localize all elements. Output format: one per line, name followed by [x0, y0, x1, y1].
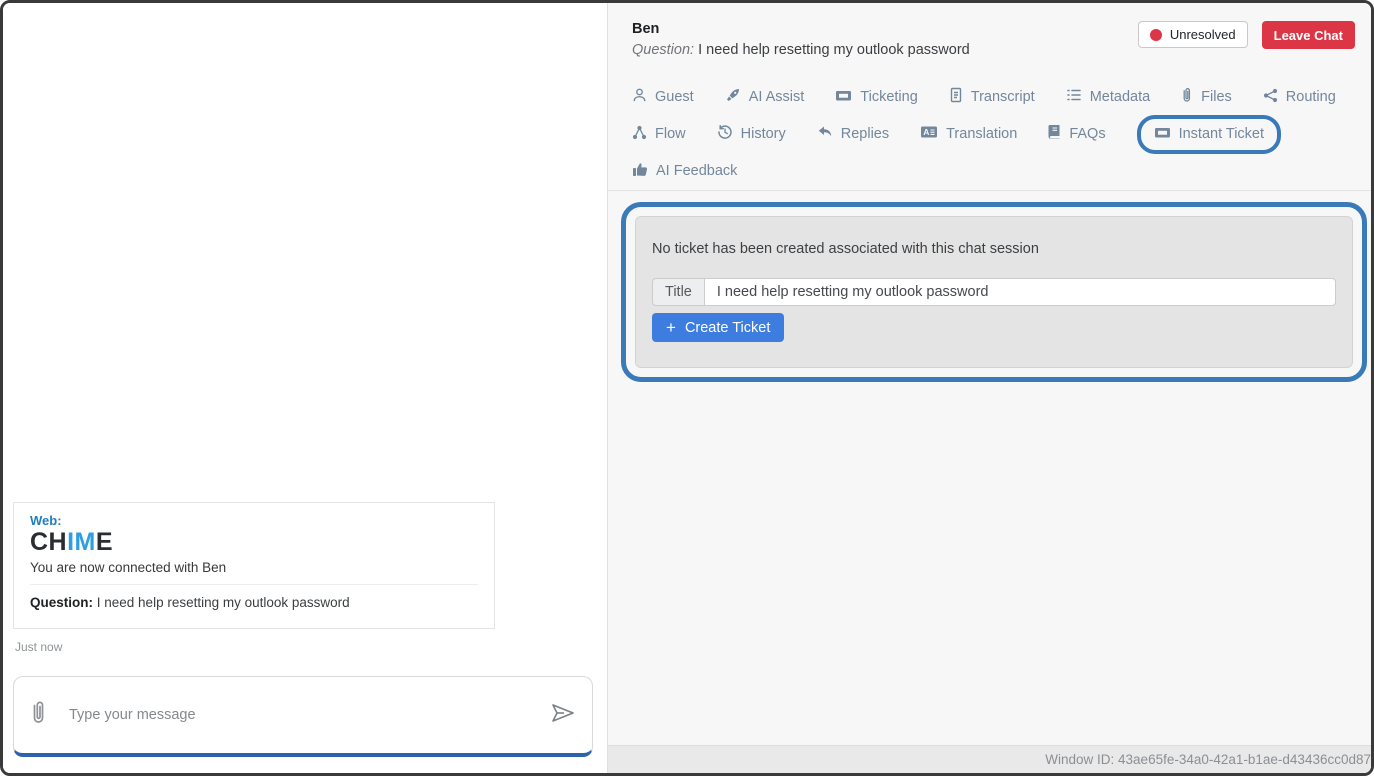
tab-row-3: AI Feedback	[632, 161, 1361, 181]
sitemap-icon	[632, 125, 647, 144]
tab-label: AI Assist	[749, 89, 805, 105]
agent-question-text: I need help resetting my outlook passwor…	[698, 42, 970, 58]
chat-pane: Web: CHIME You are now connected with Be…	[3, 3, 607, 773]
tab-label: History	[741, 126, 786, 142]
tab-label: Replies	[841, 126, 889, 142]
user-icon	[632, 87, 647, 107]
tab-ai-assist[interactable]: AI Assist	[725, 87, 805, 107]
tab-label: Instant Ticket	[1179, 126, 1264, 142]
svg-text:A: A	[923, 127, 929, 137]
no-ticket-message: No ticket has been created associated wi…	[652, 241, 1336, 257]
status-label: Unresolved	[1170, 27, 1236, 42]
list-icon	[1066, 88, 1082, 106]
logo-blue: IM	[67, 528, 96, 556]
tab-label: Files	[1201, 89, 1232, 105]
header-actions: Unresolved Leave Chat	[1138, 21, 1355, 49]
tab-label: Routing	[1286, 89, 1336, 105]
paperclip-icon	[1181, 87, 1193, 107]
chime-logo: CHIME	[30, 528, 478, 557]
tab-transcript[interactable]: Transcript	[949, 87, 1035, 107]
chat-message-card: Web: CHIME You are now connected with Be…	[13, 502, 495, 629]
logo-dark-1: CH	[30, 528, 67, 556]
tab-ai-feedback[interactable]: AI Feedback	[632, 162, 737, 181]
tab-label: AI Feedback	[656, 163, 737, 179]
tab-label: Guest	[655, 89, 694, 105]
tab-label: Translation	[946, 126, 1017, 142]
question-label: Question:	[30, 595, 93, 610]
tab-history[interactable]: History	[717, 124, 786, 144]
tab-translation[interactable]: A Translation	[920, 125, 1017, 143]
tab-routing[interactable]: Routing	[1263, 88, 1336, 107]
question-text: I need help resetting my outlook passwor…	[97, 595, 350, 610]
leave-chat-button[interactable]: Leave Chat	[1262, 21, 1355, 49]
title-field-label: Title	[652, 278, 704, 306]
thumbs-up-icon	[632, 162, 648, 181]
create-ticket-label: Create Ticket	[685, 320, 770, 336]
app-window: Web: CHIME You are now connected with Be…	[0, 0, 1374, 776]
translate-icon: A	[920, 125, 938, 143]
message-input-placeholder[interactable]: Type your message	[69, 707, 550, 723]
reply-icon	[817, 125, 833, 143]
tab-label: Flow	[655, 126, 686, 142]
instant-ticket-highlight-annotation: Instant Ticket	[1137, 115, 1281, 154]
agent-header: Ben Question: I need help resetting my o…	[632, 21, 1355, 58]
divider	[30, 584, 478, 585]
card-icon	[835, 88, 852, 107]
tab-metadata[interactable]: Metadata	[1066, 88, 1150, 106]
connected-text: You are now connected with Ben	[30, 560, 478, 575]
window-id-bar: Window ID: 43ae65fe-34a0-42a1-b1ae-d4343…	[608, 745, 1371, 773]
ticket-title-group: Title	[652, 278, 1336, 306]
tab-flow[interactable]: Flow	[632, 125, 686, 144]
guest-name: Ben	[632, 21, 970, 37]
tab-ticketing[interactable]: Ticketing	[835, 88, 917, 107]
tab-row-2: Flow History Replies A Translation FAQs	[632, 124, 1361, 144]
agent-question-line: Question: I need help resetting my outlo…	[632, 42, 970, 58]
tab-replies[interactable]: Replies	[817, 125, 889, 143]
chat-question-line: Question: I need help resetting my outlo…	[30, 595, 478, 610]
tab-row-1: Guest AI Assist Ticketing Transcript Met…	[632, 87, 1361, 107]
plus-icon: +	[666, 319, 676, 336]
tab-instant-ticket[interactable]: Instant Ticket	[1154, 125, 1264, 144]
status-dot-icon	[1150, 29, 1162, 41]
message-input-box[interactable]: Type your message	[13, 676, 593, 757]
agent-question-label: Question:	[632, 42, 694, 58]
rocket-icon	[725, 87, 741, 107]
create-ticket-button[interactable]: + Create Ticket	[652, 313, 784, 342]
card-icon	[1154, 125, 1171, 144]
status-badge[interactable]: Unresolved	[1138, 21, 1248, 48]
tab-files[interactable]: Files	[1181, 87, 1232, 107]
chat-source-label: Web:	[30, 513, 478, 528]
tab-bar: Guest AI Assist Ticketing Transcript Met…	[632, 87, 1361, 198]
document-icon	[949, 87, 963, 107]
header-guest-block: Ben Question: I need help resetting my o…	[632, 21, 970, 58]
send-icon[interactable]	[550, 702, 576, 729]
logo-dark-2: E	[96, 528, 113, 556]
agent-pane: Ben Question: I need help resetting my o…	[607, 3, 1371, 773]
book-icon	[1048, 124, 1061, 144]
tab-label: Transcript	[971, 89, 1035, 105]
tab-faqs[interactable]: FAQs	[1048, 124, 1105, 144]
history-icon	[717, 124, 733, 144]
share-icon	[1263, 88, 1278, 107]
tab-label: Metadata	[1090, 89, 1150, 105]
message-timestamp: Just now	[15, 640, 62, 654]
tab-guest[interactable]: Guest	[632, 87, 694, 107]
ticket-panel-highlight-annotation: No ticket has been created associated wi…	[621, 202, 1367, 382]
divider	[608, 190, 1371, 191]
tab-label: Ticketing	[860, 89, 917, 105]
tab-label: FAQs	[1069, 126, 1105, 142]
paperclip-icon[interactable]	[30, 699, 47, 731]
instant-ticket-panel: No ticket has been created associated wi…	[635, 216, 1353, 368]
ticket-title-input[interactable]	[704, 278, 1336, 306]
